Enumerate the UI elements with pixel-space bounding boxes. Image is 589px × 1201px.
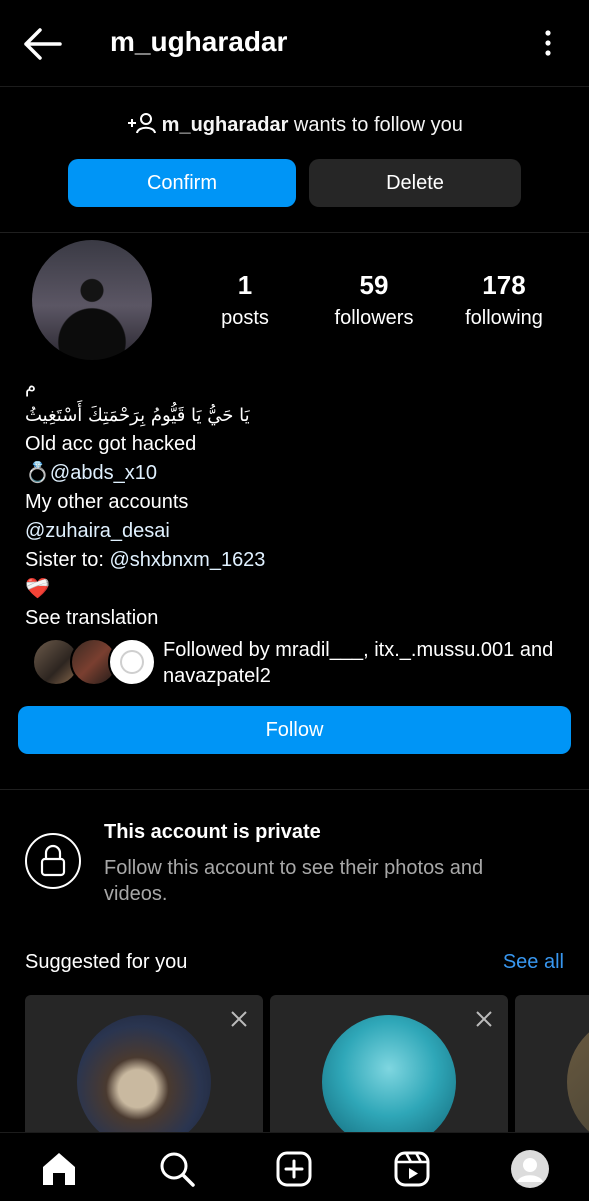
stat-followers[interactable]: 59 followers xyxy=(322,270,426,330)
ring-emoji: 💍 xyxy=(25,462,50,484)
follow-button[interactable]: Follow xyxy=(18,706,571,754)
stat-following[interactable]: 178 following xyxy=(452,270,556,330)
posts-label: posts xyxy=(221,307,269,329)
following-count: 178 xyxy=(482,270,526,300)
bio-line-2: يَا حَيُّ يَا قَيُّومُ بِرَحْمَتِكَ أَسْ… xyxy=(25,405,250,426)
profile-avatar-icon[interactable] xyxy=(510,1149,550,1189)
bio-line-7: Sister to: @shxbnxm_1623 xyxy=(25,546,570,575)
search-icon[interactable] xyxy=(157,1149,197,1189)
heart-emoji: ❤️‍🩹 xyxy=(25,578,50,600)
add-person-icon xyxy=(128,113,157,134)
arrow-left-icon[interactable] xyxy=(22,26,62,62)
close-icon[interactable] xyxy=(229,1009,249,1029)
bio-line-4: 💍@abds_x10 xyxy=(25,459,570,488)
confirm-button[interactable]: Confirm xyxy=(68,159,296,207)
bottom-nav xyxy=(0,1132,589,1201)
followed-by-text[interactable]: Followed by mradil___, itx._.mussu.001 a… xyxy=(163,637,563,689)
suggested-card[interactable] xyxy=(25,995,263,1145)
suggested-card[interactable] xyxy=(515,995,589,1145)
mutual-avatars[interactable] xyxy=(32,636,162,686)
more-vertical-icon[interactable] xyxy=(543,28,553,58)
divider xyxy=(0,232,589,233)
bio-handle-shxbnxm[interactable]: @shxbnxm_1623 xyxy=(109,549,265,571)
sister-prefix: Sister to: xyxy=(25,549,110,571)
delete-button[interactable]: Delete xyxy=(309,159,521,207)
bio-line-1: م xyxy=(25,376,37,397)
mutual-avatar-3 xyxy=(108,638,156,686)
profile-avatar[interactable] xyxy=(32,240,152,360)
bio-handle-zuhaira[interactable]: @zuhaira_desai xyxy=(25,517,570,546)
reels-icon[interactable] xyxy=(392,1149,432,1189)
follow-request-text: m_ugharadar wants to follow you xyxy=(0,112,589,137)
bio: م يَا حَيُّ يَا قَيُّومُ بِرَحْمَتِكَ أَ… xyxy=(25,372,570,633)
top-bar: m_ugharadar xyxy=(0,0,589,87)
bio-line-5: My other accounts xyxy=(25,491,189,513)
bio-line-3: Old acc got hacked xyxy=(25,433,197,455)
bio-handle-abds[interactable]: @abds_x10 xyxy=(50,462,157,484)
suggested-avatar[interactable] xyxy=(322,1015,456,1145)
suggested-title: Suggested for you xyxy=(25,951,188,973)
posts-count: 1 xyxy=(237,270,253,300)
divider xyxy=(0,789,589,790)
following-label: following xyxy=(465,307,543,329)
request-suffix: wants to follow you xyxy=(288,114,463,136)
suggested-avatar[interactable] xyxy=(567,1015,589,1145)
private-title: This account is private xyxy=(104,821,321,843)
suggested-card[interactable] xyxy=(270,995,508,1145)
request-username[interactable]: m_ugharadar xyxy=(162,114,289,136)
private-subtitle: Follow this account to see their photos … xyxy=(104,857,484,905)
page-title: m_ugharadar xyxy=(110,26,288,57)
followers-count: 59 xyxy=(359,270,389,300)
stat-posts[interactable]: 1 posts xyxy=(205,270,285,330)
see-all-link[interactable]: See all xyxy=(503,951,564,974)
home-icon[interactable] xyxy=(39,1149,79,1189)
followers-label: followers xyxy=(334,307,414,329)
close-icon[interactable] xyxy=(474,1009,494,1029)
default-avatar-icon xyxy=(111,641,153,683)
see-translation-link[interactable]: See translation xyxy=(25,604,570,633)
plus-square-icon[interactable] xyxy=(274,1149,314,1189)
suggested-avatar[interactable] xyxy=(77,1015,211,1145)
lock-icon xyxy=(25,833,81,889)
